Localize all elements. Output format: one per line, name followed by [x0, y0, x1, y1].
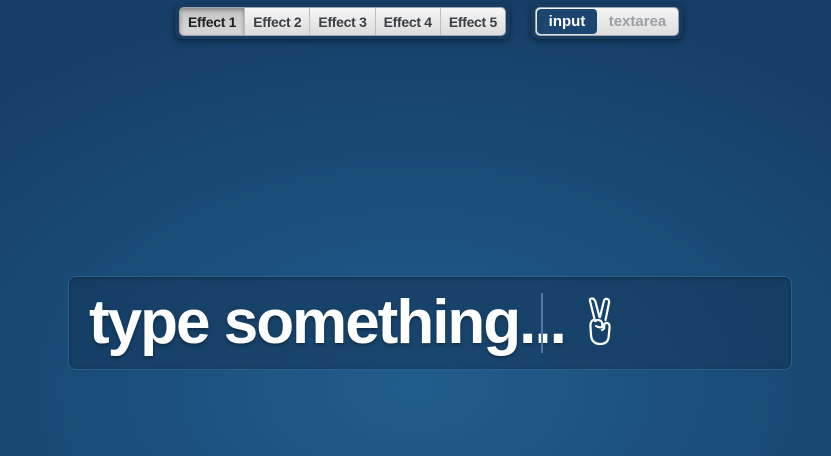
- tab-effect-3[interactable]: Effect 3: [310, 8, 376, 35]
- mode-textarea-option[interactable]: textarea: [597, 8, 678, 35]
- text-caret: [541, 293, 543, 353]
- tab-effect-1[interactable]: Effect 1: [180, 8, 246, 35]
- tab-effect-4[interactable]: Effect 4: [376, 8, 441, 35]
- mode-toggle: input textarea: [531, 4, 683, 39]
- tab-effect-2[interactable]: Effect 2: [245, 8, 311, 35]
- text-input-field[interactable]: type something...: [68, 276, 792, 370]
- input-text: type something...: [89, 287, 567, 357]
- input-value: type something...: [89, 287, 613, 357]
- tab-effect-5[interactable]: Effect 5: [441, 8, 505, 35]
- effect-selector: Effect 1 Effect 2 Effect 3 Effect 4 Effe…: [175, 4, 510, 39]
- effect-tab-group: Effect 1 Effect 2 Effect 3 Effect 4 Effe…: [179, 7, 506, 36]
- peace-hand-icon: [587, 297, 613, 347]
- mode-toggle-track: input textarea: [535, 7, 679, 36]
- mode-input-option[interactable]: input: [537, 9, 597, 34]
